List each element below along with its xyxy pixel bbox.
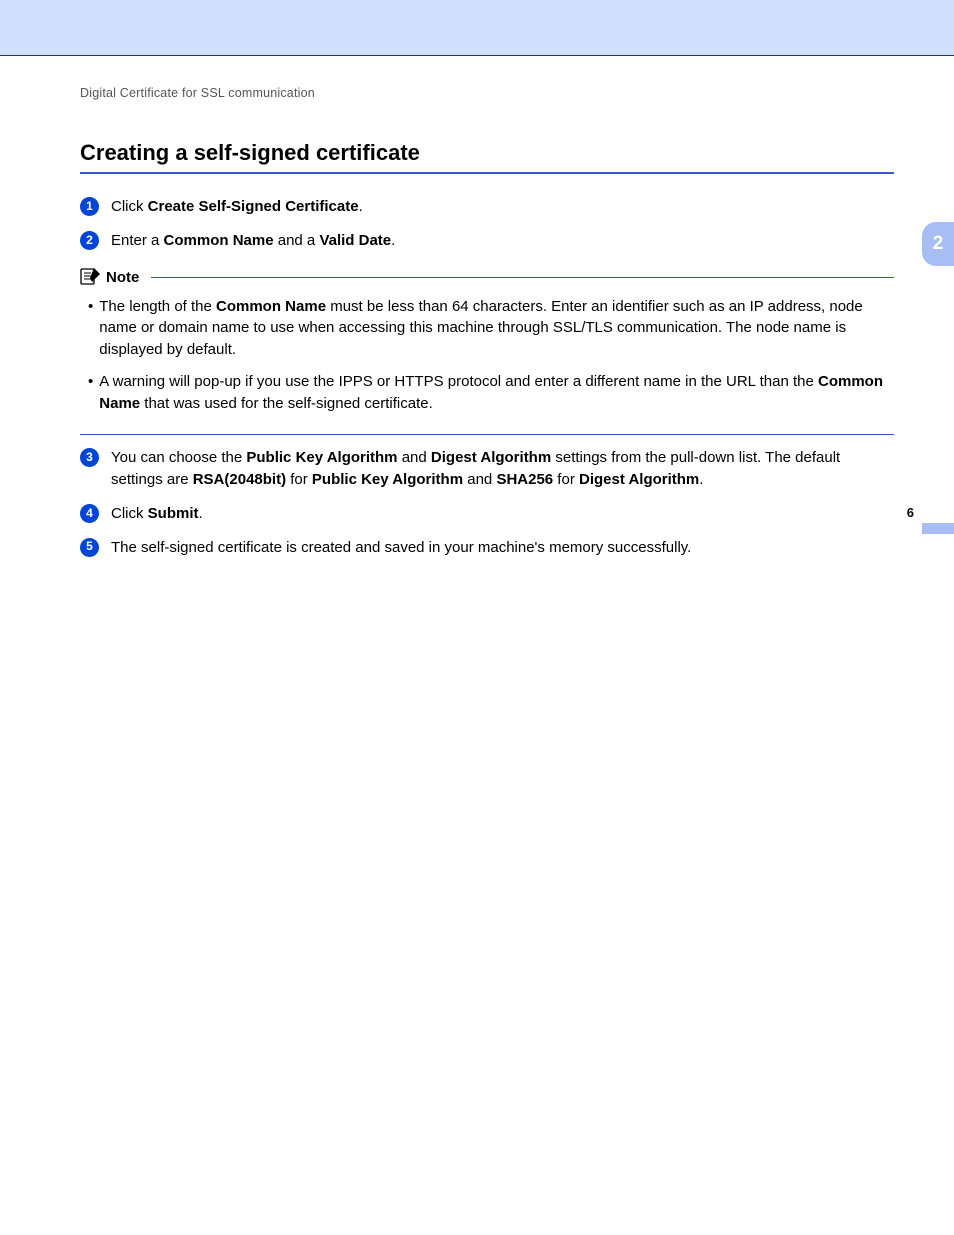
text: . — [199, 505, 203, 522]
step-text: Click Submit. — [111, 503, 894, 525]
section-title: Creating a self-signed certificate — [80, 140, 894, 174]
step-text: The self-signed certificate is created a… — [111, 537, 894, 559]
bold-text: Valid Date — [319, 232, 391, 249]
page-number: 6 — [907, 505, 914, 520]
step-number-badge: 4 — [80, 504, 99, 523]
breadcrumb: Digital Certificate for SSL communicatio… — [80, 86, 894, 100]
note-text: A warning will pop-up if you use the IPP… — [99, 371, 894, 415]
bold-text: Digest Algorithm — [431, 449, 551, 466]
note-text: The length of the Common Name must be le… — [99, 296, 894, 361]
text: Enter a — [111, 232, 164, 249]
text: The length of the — [99, 298, 216, 315]
bold-text: Public Key Algorithm — [246, 449, 397, 466]
note-pencil-icon — [80, 266, 102, 290]
step-2: 2 Enter a Common Name and a Valid Date. — [80, 230, 894, 252]
note-label: Note — [106, 269, 139, 286]
bullet-dot-icon: • — [88, 296, 93, 361]
text: Click — [111, 505, 148, 522]
text: for — [553, 471, 579, 488]
footer-band — [922, 523, 954, 534]
step-number-badge: 2 — [80, 231, 99, 250]
step-text: Click Create Self-Signed Certificate. — [111, 196, 894, 218]
step-5: 5 The self-signed certificate is created… — [80, 537, 894, 559]
step-text: Enter a Common Name and a Valid Date. — [111, 230, 894, 252]
text: and a — [274, 232, 320, 249]
text: A warning will pop-up if you use the IPP… — [99, 373, 818, 390]
bold-text: Common Name — [216, 298, 326, 315]
header-band — [0, 0, 954, 56]
note-header: Note — [80, 266, 894, 290]
step-text: You can choose the Public Key Algorithm … — [111, 447, 894, 491]
bold-text: Submit — [148, 505, 199, 522]
bold-text: Public Key Algorithm — [312, 471, 463, 488]
note-bullet-1: • The length of the Common Name must be … — [80, 296, 894, 361]
bold-text: Create Self-Signed Certificate — [148, 198, 359, 215]
text: Click — [111, 198, 148, 215]
bold-text: RSA(2048bit) — [193, 471, 286, 488]
note-rule — [151, 277, 894, 278]
step-1: 1 Click Create Self-Signed Certificate. — [80, 196, 894, 218]
step-4: 4 Click Submit. — [80, 503, 894, 525]
text: You can choose the — [111, 449, 246, 466]
bullet-dot-icon: • — [88, 371, 93, 415]
text: and — [463, 471, 496, 488]
step-number-badge: 5 — [80, 538, 99, 557]
bold-text: SHA256 — [496, 471, 553, 488]
step-3: 3 You can choose the Public Key Algorith… — [80, 447, 894, 491]
bold-text: Common Name — [164, 232, 274, 249]
text: . — [391, 232, 395, 249]
step-number-badge: 3 — [80, 448, 99, 467]
note-bullet-2: • A warning will pop-up if you use the I… — [80, 371, 894, 415]
text: . — [359, 198, 363, 215]
step-number-badge: 1 — [80, 197, 99, 216]
text: and — [398, 449, 431, 466]
text: . — [699, 471, 703, 488]
page-content: Digital Certificate for SSL communicatio… — [0, 86, 954, 558]
note-block: Note • The length of the Common Name mus… — [80, 266, 894, 436]
steps-list: 1 Click Create Self-Signed Certificate. … — [80, 196, 894, 558]
chapter-tab: 2 — [922, 222, 954, 266]
text: for — [286, 471, 312, 488]
text: that was used for the self-signed certif… — [140, 395, 433, 412]
bold-text: Digest Algorithm — [579, 471, 699, 488]
